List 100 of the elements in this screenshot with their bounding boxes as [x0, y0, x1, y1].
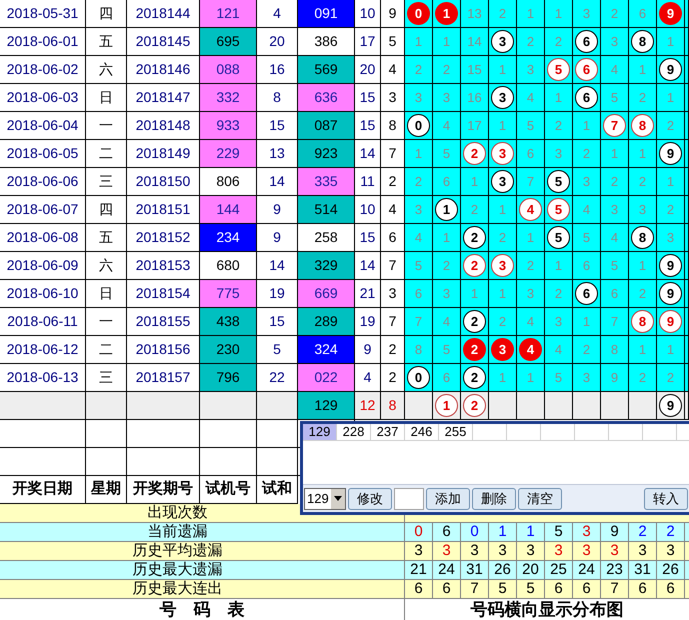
miss-count-cell: 1 [489, 112, 517, 140]
sum-cell: 17 [355, 28, 381, 56]
stat-label: 历史最大连出 [132, 580, 224, 598]
miss-count-cell: 2 [545, 28, 573, 56]
miss-count-cell: 2 [657, 196, 685, 224]
input-field[interactable] [394, 488, 424, 510]
miss-count-cell: 1 [433, 28, 461, 56]
stat-value: 24 [573, 561, 601, 579]
trial-number-cell: 121 [200, 0, 257, 28]
sum-cell: 12 [355, 392, 381, 420]
table-title: 号 码 表 [0, 599, 405, 620]
stat-value: 7 [601, 580, 629, 598]
trial-number-cell: 088 [200, 56, 257, 84]
miss-count-cell: 2 [601, 0, 629, 28]
miss-count-cell: 8 [405, 336, 433, 364]
sum-cell: 14 [355, 140, 381, 168]
toolbar-button[interactable]: 清空 [518, 488, 562, 510]
miss-count-cell: 2 [405, 56, 433, 84]
toolbar-button[interactable]: 修改 [348, 488, 392, 510]
trial-number-cell: 796 [200, 364, 257, 392]
miss-count-cell: 4 [405, 224, 433, 252]
date-cell: 2018-06-12 [0, 336, 86, 364]
empty-list-cell [643, 424, 677, 441]
weekday-cell: 日 [86, 280, 127, 308]
list-item[interactable]: 129 [303, 424, 337, 441]
miss-count-cell: 4 [601, 224, 629, 252]
stat-value: 20 [517, 561, 545, 579]
weekday-cell: 一 [86, 112, 127, 140]
stat-value: 3 [629, 542, 657, 560]
sum-cell: 21 [355, 280, 381, 308]
miss-count-cell: 6 [573, 252, 601, 280]
empty-list-cell [541, 424, 575, 441]
miss-count-cell: 1 [489, 280, 517, 308]
trial-number-cell: 775 [200, 280, 257, 308]
sum-cell: 11 [355, 168, 381, 196]
draw-number-cell: 022 [298, 364, 355, 392]
stat-value: 2 [629, 523, 657, 541]
weekday-cell: 日 [86, 84, 127, 112]
miss-count-cell: 1 [573, 112, 601, 140]
miss-count-cell: 3 [405, 84, 433, 112]
empty-list-cell [609, 424, 643, 441]
miss-count-cell: 2 [405, 168, 433, 196]
stat-value: 31 [629, 561, 657, 579]
date-cell: 2018-06-04 [0, 112, 86, 140]
miss-count-cell: 1 [629, 56, 657, 84]
miss-count-cell: 3 [601, 28, 629, 56]
stat-value: 3 [573, 523, 601, 541]
miss-count-cell: 7 [405, 308, 433, 336]
stat-value: 0 [461, 523, 489, 541]
list-item[interactable]: 246 [405, 424, 439, 441]
miss-count-cell: 1 [489, 56, 517, 84]
draw-number-cell: 329 [298, 252, 355, 280]
sum-cell: 15 [355, 224, 381, 252]
miss-count-cell: 2 [433, 252, 461, 280]
toolbar-button[interactable]: 添加 [426, 488, 470, 510]
stat-value: 23 [601, 561, 629, 579]
weekday-cell: 五 [86, 28, 127, 56]
miss-count-cell: 4 [601, 56, 629, 84]
list-item[interactable]: 237 [371, 424, 405, 441]
miss-count-cell: 2 [657, 112, 685, 140]
miss-count-cell: 1 [657, 336, 685, 364]
miss-count-cell: 1 [573, 308, 601, 336]
draw-number-cell: 129 [298, 392, 355, 420]
stat-value: 6 [545, 580, 573, 598]
empty-cell [257, 448, 298, 476]
dropdown[interactable]: 129 [304, 488, 346, 510]
miss-count-cell: 1 [489, 364, 517, 392]
miss-count-cell: 2 [573, 140, 601, 168]
toolbar-button[interactable]: 删除 [472, 488, 516, 510]
empty-cell [200, 448, 257, 476]
toolbar-button[interactable]: 转入 [644, 488, 688, 510]
empty-cell [200, 420, 257, 448]
miss-count-cell: 8 [601, 336, 629, 364]
miss-count-cell: 2 [433, 56, 461, 84]
draw-number-cell: 923 [298, 140, 355, 168]
sum-cell: 14 [355, 252, 381, 280]
miss-count-cell: 5 [573, 224, 601, 252]
date-cell: 2018-06-02 [0, 56, 86, 84]
miss-count-cell: 6 [405, 280, 433, 308]
miss-count-cell: 5 [433, 336, 461, 364]
stat-value: 3 [545, 542, 573, 560]
sum-cell: 15 [355, 84, 381, 112]
stat-value: 3 [405, 542, 433, 560]
miss-count-cell: 6 [601, 280, 629, 308]
draw-number-cell: 335 [298, 168, 355, 196]
miss-count-cell: 9 [601, 364, 629, 392]
miss-count-cell: 5 [517, 112, 545, 140]
miss-count-cell: 3 [573, 168, 601, 196]
miss-count-cell: 1 [657, 84, 685, 112]
trial-number-cell: 438 [200, 308, 257, 336]
stat-value: 21 [405, 561, 433, 579]
list-item[interactable]: 255 [439, 424, 473, 441]
sum-cell: 10 [355, 0, 381, 28]
weekday-cell: 五 [86, 224, 127, 252]
stat-value: 7 [461, 580, 489, 598]
miss-count-cell: 15 [461, 56, 489, 84]
miss-count-cell: 3 [517, 56, 545, 84]
empty-cell [86, 448, 127, 476]
stat-value: 9 [601, 523, 629, 541]
list-item[interactable]: 228 [337, 424, 371, 441]
